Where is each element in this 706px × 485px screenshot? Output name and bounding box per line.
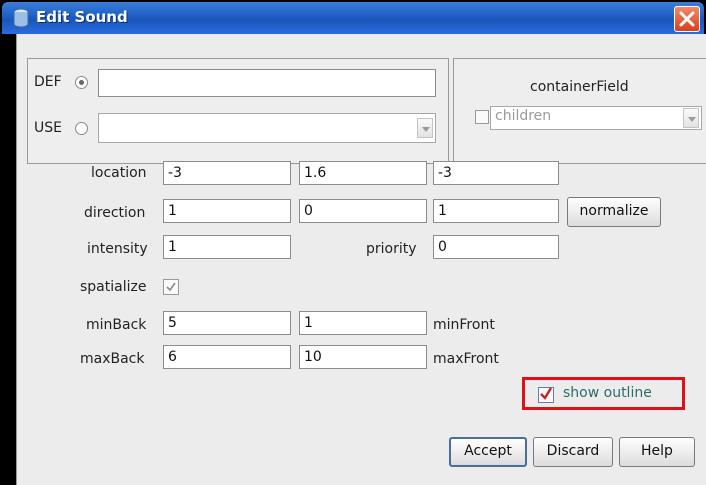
maxBack-label: maxBack	[80, 351, 145, 367]
show-outline-label[interactable]: show outline	[563, 385, 652, 401]
cylinder-icon	[13, 8, 29, 28]
edit-sound-dialog: Edit Sound DEF USE containerField childr…	[0, 0, 706, 485]
maxBack-field[interactable]: 6	[163, 345, 291, 369]
container-field-panel: containerField children	[453, 58, 706, 164]
minFront-field[interactable]: 1	[299, 311, 427, 335]
def-radio[interactable]	[75, 76, 88, 89]
use-combo[interactable]	[98, 113, 436, 143]
spatialize-label: spatialize	[80, 279, 147, 295]
close-icon	[679, 11, 695, 27]
location-x-field[interactable]: -3	[163, 161, 291, 185]
def-field[interactable]	[98, 69, 436, 97]
check-icon	[540, 387, 553, 400]
maxFront-field[interactable]: 10	[299, 345, 427, 369]
container-field-title: containerField	[530, 79, 629, 95]
priority-field[interactable]: 0	[433, 235, 559, 259]
use-label: USE	[34, 120, 62, 136]
container-field-checkbox[interactable]	[475, 110, 489, 124]
accept-button[interactable]: Accept	[449, 437, 527, 467]
help-button[interactable]: Help	[619, 437, 695, 467]
minBack-label: minBack	[86, 317, 147, 333]
priority-label: priority	[366, 241, 417, 257]
intensity-field[interactable]: 1	[163, 235, 291, 259]
container-field-value: children	[495, 108, 552, 124]
minBack-field[interactable]: 5	[163, 311, 291, 335]
check-icon	[166, 282, 176, 292]
direction-y-field[interactable]: 0	[299, 199, 427, 223]
title-bar[interactable]: Edit Sound	[2, 2, 704, 34]
maxFront-label: maxFront	[433, 351, 499, 367]
use-radio[interactable]	[75, 122, 88, 135]
chevron-down-icon[interactable]	[417, 118, 433, 138]
location-z-field[interactable]: -3	[433, 161, 559, 185]
chevron-down-icon[interactable]	[683, 108, 699, 128]
container-field-combo[interactable]: children	[490, 106, 702, 130]
discard-button[interactable]: Discard	[533, 437, 613, 467]
direction-z-field[interactable]: 1	[433, 199, 559, 223]
show-outline-checkbox[interactable]	[538, 387, 554, 403]
location-y-field[interactable]: 1.6	[299, 161, 427, 185]
minFront-label: minFront	[433, 317, 495, 333]
intensity-label: intensity	[87, 241, 148, 257]
def-use-panel: DEF USE	[27, 58, 449, 164]
direction-x-field[interactable]: 1	[163, 199, 291, 223]
close-button[interactable]	[674, 6, 700, 32]
dialog-title: Edit Sound	[36, 8, 128, 26]
spatialize-checkbox[interactable]	[163, 279, 179, 295]
dialog-body: DEF USE containerField children location…	[16, 34, 706, 485]
def-label: DEF	[34, 74, 62, 90]
location-label: location	[91, 165, 147, 181]
direction-label: direction	[84, 205, 146, 221]
normalize-button[interactable]: normalize	[567, 197, 661, 227]
